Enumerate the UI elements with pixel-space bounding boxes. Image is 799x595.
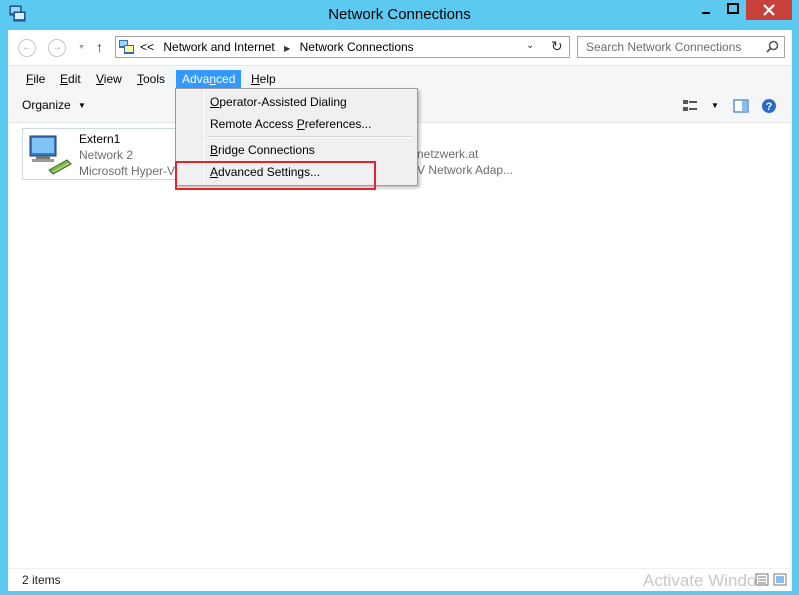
second-connection-network-partial: -netzwerk.at	[413, 147, 479, 161]
recent-pages-chevron-icon[interactable]: ▼	[78, 44, 85, 51]
search-input[interactable]	[584, 39, 763, 55]
change-view-icon[interactable]	[682, 98, 698, 114]
menu-item-operator-assisted-dialing[interactable]: Operator-Assisted Dialing	[210, 95, 347, 109]
connection-name: Extern1	[79, 132, 121, 146]
breadcrumb-separator-icon[interactable]: ▶	[284, 44, 290, 53]
window-title: Network Connections	[328, 6, 471, 23]
address-bar[interactable]: << Network and Internet ▶ Network Connec…	[115, 36, 570, 58]
network-adapter-icon	[29, 135, 72, 175]
file-list[interactable]: Extern1 Network 2 Microsoft Hyper-V -net…	[8, 123, 792, 568]
maximize-icon[interactable]	[720, 0, 746, 20]
help-icon[interactable]: ?	[761, 98, 777, 114]
organize-button[interactable]: Organize	[22, 98, 71, 112]
preview-pane-icon[interactable]	[733, 98, 749, 114]
close-icon[interactable]	[746, 0, 792, 20]
highlight-annotation	[175, 161, 376, 190]
explorer-window: Network Connections ← → ▼ ↑ << Network a…	[0, 0, 799, 595]
minimize-icon[interactable]	[694, 0, 718, 20]
item-count: 2 items	[22, 573, 61, 587]
organize-chevron-down-icon[interactable]: ▼	[78, 101, 86, 110]
svg-text:?: ?	[766, 101, 773, 113]
menu-advanced[interactable]: Advanced	[176, 70, 242, 89]
refresh-icon[interactable]: ↻	[551, 38, 563, 55]
connection-adapter: Microsoft Hyper-V	[79, 164, 176, 178]
activation-watermark: Activate Window	[643, 571, 769, 590]
network-folder-icon	[119, 40, 134, 54]
menu-edit[interactable]: Edit	[54, 70, 87, 89]
search-icon[interactable]	[766, 40, 779, 53]
title-bar[interactable]: Network Connections	[0, 0, 799, 30]
menu-file[interactable]: File	[20, 70, 51, 89]
menu-view[interactable]: View	[90, 70, 128, 89]
details-view-icon[interactable]	[755, 573, 769, 586]
search-box[interactable]	[577, 36, 785, 58]
navigation-bar: ← → ▼ ↑ << Network and Internet ▶ Networ…	[8, 30, 792, 65]
address-dropdown-chevron-icon[interactable]: ⌄	[526, 40, 534, 51]
menu-help[interactable]: Help	[245, 70, 282, 89]
second-connection-adapter-partial: -V Network Adap...	[413, 163, 514, 177]
menu-tools[interactable]: Tools	[131, 70, 171, 89]
status-bar: 2 items Activate Window	[8, 568, 792, 591]
menu-separator	[206, 136, 413, 138]
up-arrow-icon[interactable]: ↑	[96, 39, 103, 55]
forward-arrow-icon[interactable]: →	[48, 39, 66, 57]
connection-item-extern1[interactable]: Extern1 Network 2 Microsoft Hyper-V	[22, 128, 182, 180]
menu-item-bridge-connections[interactable]: Bridge Connections	[210, 143, 315, 157]
large-icons-view-icon[interactable]	[773, 573, 787, 586]
breadcrumb-overflow[interactable]: <<	[140, 40, 154, 54]
back-arrow-icon[interactable]: ←	[18, 39, 36, 57]
breadcrumb-network-connections[interactable]: Network Connections	[300, 40, 414, 54]
breadcrumb-network-and-internet[interactable]: Network and Internet	[163, 40, 274, 54]
connection-network: Network 2	[79, 148, 134, 162]
breadcrumb: << Network and Internet ▶ Network Connec…	[140, 40, 420, 54]
menu-item-remote-access-preferences[interactable]: Remote Access Preferences...	[210, 117, 371, 131]
view-options-chevron-down-icon[interactable]: ▼	[711, 101, 719, 110]
